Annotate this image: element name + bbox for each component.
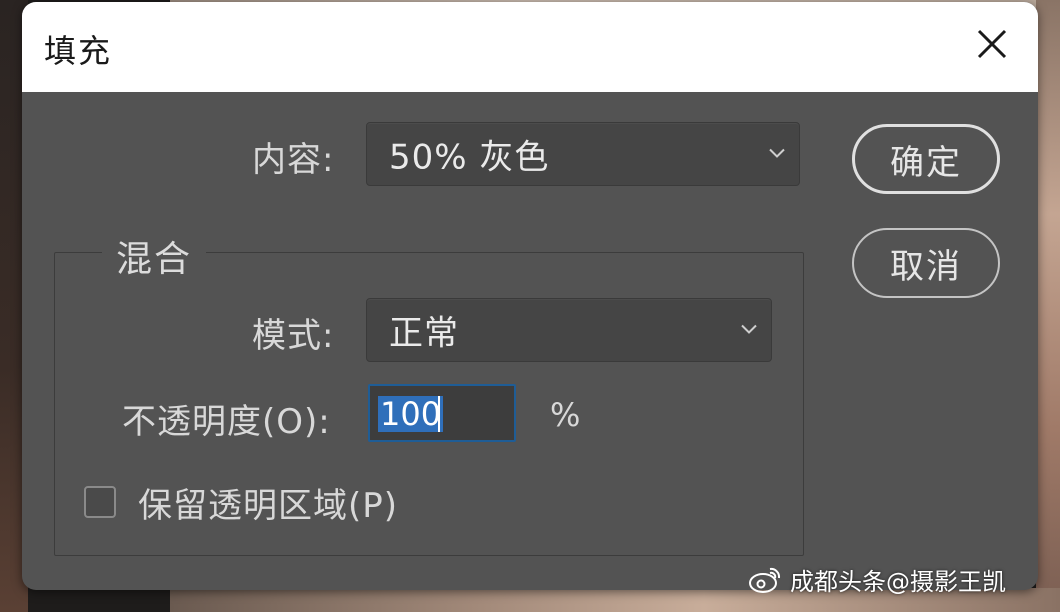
blending-group-legend: 混合 (102, 230, 207, 282)
content-select[interactable]: 50% 灰色 (366, 122, 800, 186)
weibo-icon (749, 567, 781, 593)
opacity-input[interactable]: 100 (368, 384, 516, 442)
content-label: 内容: (252, 140, 335, 180)
opacity-input-value: 100 (378, 395, 444, 433)
opacity-unit: % (550, 396, 581, 434)
close-icon (977, 29, 1007, 59)
mode-select[interactable]: 正常 (366, 298, 772, 362)
text-caret (438, 396, 440, 432)
dialog-titlebar: 填充 (22, 2, 1038, 92)
watermark: 成都头条@摄影王凯 (748, 562, 1006, 597)
mode-label: 模式: (252, 316, 335, 356)
fill-dialog: 填充 内容: 50% 灰色 确定 取消 混合 模式: 正常 不透明度(O): 1… (22, 2, 1038, 590)
preserve-transparency-checkbox[interactable] (84, 486, 116, 518)
chevron-down-icon (767, 145, 787, 164)
close-button[interactable] (972, 24, 1012, 64)
opacity-label: 不透明度(O): (122, 402, 331, 442)
preserve-transparency-label[interactable]: 保留透明区域(P) (138, 478, 398, 527)
dialog-title: 填充 (44, 32, 113, 70)
content-select-value: 50% 灰色 (389, 137, 550, 178)
watermark-text: 成都头条@摄影王凯 (790, 568, 1006, 596)
cancel-button[interactable]: 取消 (852, 228, 1000, 298)
background-photo-right (1036, 0, 1060, 612)
chevron-down-icon (739, 321, 759, 340)
ok-button[interactable]: 确定 (852, 124, 1000, 194)
mode-select-value: 正常 (389, 313, 459, 354)
